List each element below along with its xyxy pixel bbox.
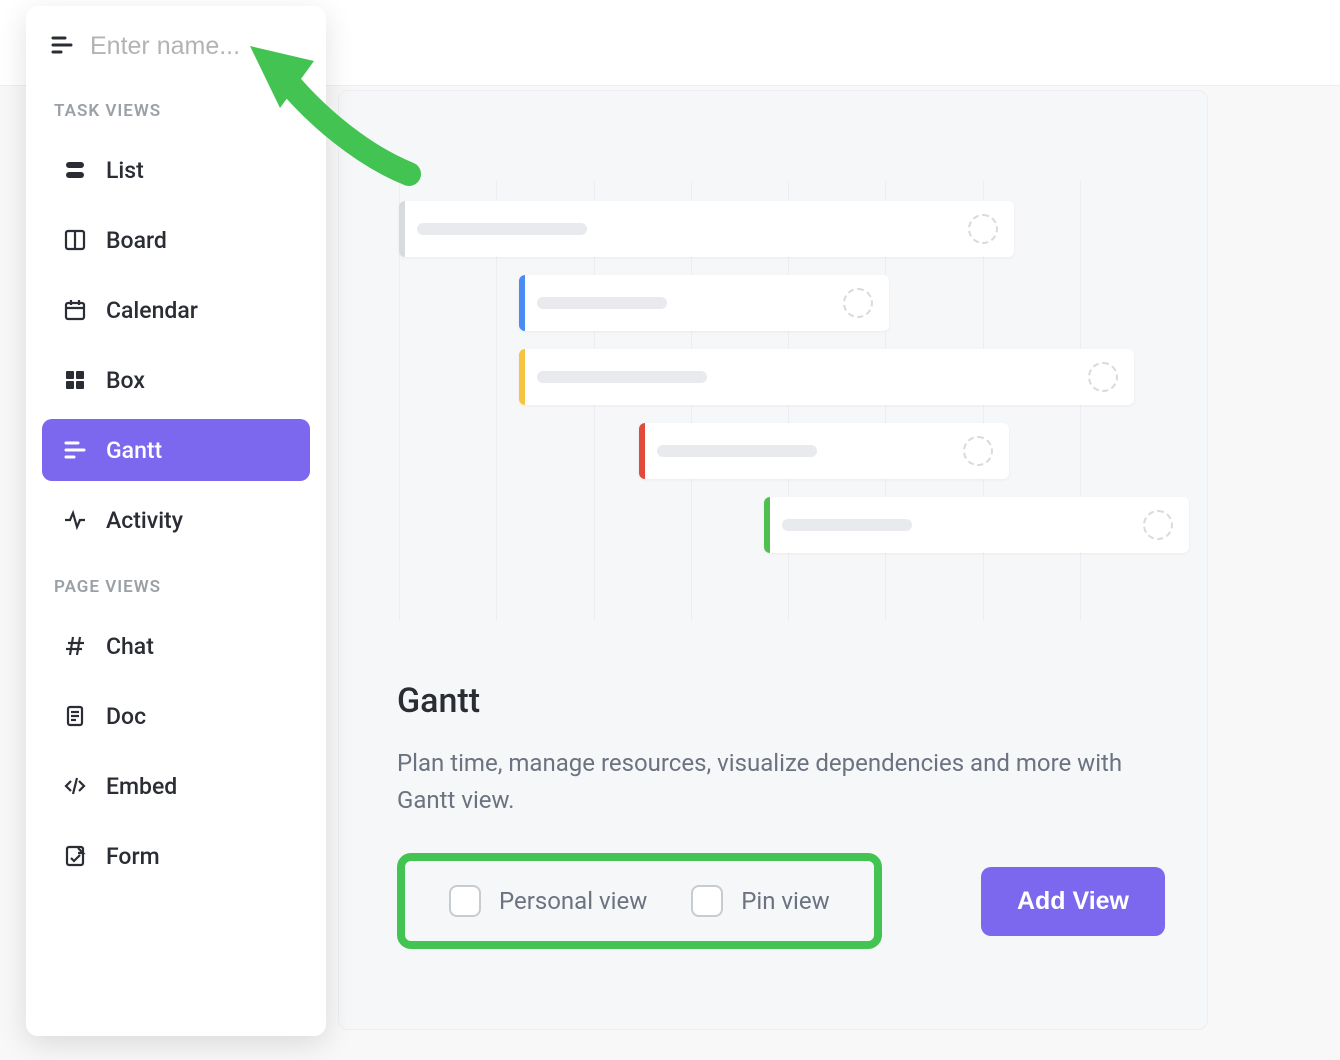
section-page-views: PAGE VIEWS (26, 555, 326, 611)
view-name-input[interactable] (90, 32, 302, 61)
doc-icon (62, 703, 88, 729)
options-row: Personal view Pin view Add View (397, 853, 1165, 949)
task-view-calendar[interactable]: Calendar (42, 279, 310, 341)
nav-label: Chat (106, 633, 154, 660)
nav-label: Calendar (106, 297, 198, 324)
task-view-gantt[interactable]: Gantt (42, 419, 310, 481)
form-icon (62, 843, 88, 869)
pin-view-option[interactable]: Pin view (691, 885, 829, 917)
preview-body: Gantt Plan time, manage resources, visua… (369, 641, 1177, 949)
preview-title: Gantt (397, 681, 1165, 721)
gantt-icon (62, 437, 88, 463)
checkbox-icon[interactable] (449, 885, 481, 917)
preview-description: Plan time, manage resources, visualize d… (397, 745, 1127, 819)
list-icon (62, 157, 88, 183)
page-view-embed[interactable]: Embed (42, 755, 310, 817)
views-dropdown-panel: TASK VIEWS List Board Calendar Box (26, 6, 326, 1036)
task-view-box[interactable]: Box (42, 349, 310, 411)
nav-label: Activity (106, 507, 183, 534)
personal-view-option[interactable]: Personal view (449, 885, 647, 917)
task-view-board[interactable]: Board (42, 209, 310, 271)
section-task-views: TASK VIEWS (26, 79, 326, 135)
nav-label: List (106, 157, 144, 184)
embed-icon (62, 773, 88, 799)
task-view-list[interactable]: List (42, 139, 310, 201)
nav-label: Embed (106, 773, 177, 800)
nav-label: Form (106, 843, 160, 870)
checkbox-icon[interactable] (691, 885, 723, 917)
page-view-form[interactable]: Form (42, 825, 310, 887)
option-label: Pin view (741, 887, 829, 915)
task-view-activity[interactable]: Activity (42, 489, 310, 551)
view-options-highlight: Personal view Pin view (397, 853, 882, 949)
page-view-doc[interactable]: Doc (42, 685, 310, 747)
hash-icon (62, 633, 88, 659)
gantt-icon (50, 33, 74, 61)
add-view-button[interactable]: Add View (981, 867, 1165, 936)
option-label: Personal view (499, 887, 647, 915)
activity-icon (62, 507, 88, 533)
box-icon (62, 367, 88, 393)
gantt-preview-illustration (369, 121, 1177, 641)
board-icon (62, 227, 88, 253)
view-preview-card: Gantt Plan time, manage resources, visua… (338, 90, 1208, 1030)
nav-label: Doc (106, 703, 146, 730)
page-view-chat[interactable]: Chat (42, 615, 310, 677)
nav-label: Gantt (106, 437, 162, 464)
app-root: TASK VIEWS List Board Calendar Box (0, 0, 1340, 1060)
name-row (26, 32, 326, 79)
nav-label: Box (106, 367, 145, 394)
calendar-icon (62, 297, 88, 323)
nav-label: Board (106, 227, 167, 254)
